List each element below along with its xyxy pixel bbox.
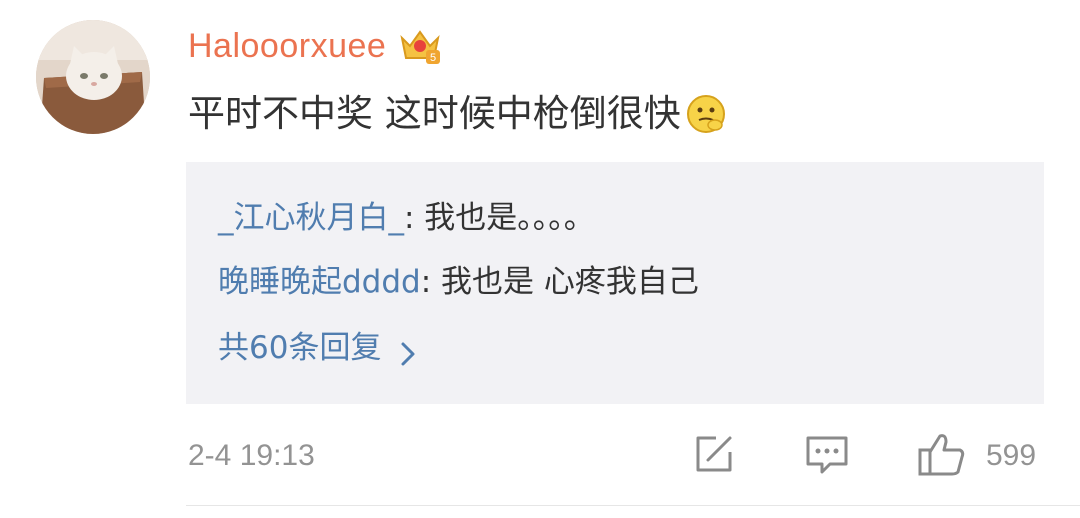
cat-avatar-image (36, 20, 150, 134)
like-button[interactable]: 599 (916, 432, 1036, 480)
reply-item[interactable]: _江心秋月白_: 我也是。。。。 (218, 196, 595, 240)
thinking-emoji-icon (685, 93, 727, 135)
reply-text: 我也是 心疼我自己 (431, 264, 699, 300)
comment-button[interactable] (804, 432, 850, 480)
vip-crown-icon: 5 (398, 24, 442, 68)
reply-colon: : (420, 264, 432, 300)
avatar[interactable] (36, 20, 150, 134)
reply-author[interactable]: _江心秋月白_ (218, 200, 404, 236)
like-count: 599 (986, 439, 1037, 472)
svg-text:5: 5 (430, 52, 436, 64)
replies-panel: _江心秋月白_: 我也是。。。。 晚睡晚起dddd: 我也是 心疼我自己 共60… (186, 162, 1044, 404)
share-button[interactable] (692, 432, 736, 480)
chevron-right-icon (399, 335, 417, 366)
comment-text-row: 平时不中奖 这时候中枪倒很快 (188, 86, 727, 142)
reply-colon: : (404, 200, 415, 236)
more-replies-label: 共60条回复 (218, 330, 382, 366)
comment-bubble-icon (804, 432, 850, 480)
reply-text: 我也是。。。。 (414, 200, 595, 236)
divider (186, 505, 1080, 506)
reply-item[interactable]: 晚睡晚起dddd: 我也是 心疼我自己 (218, 260, 699, 304)
share-icon (692, 432, 736, 480)
username[interactable]: Halooorxuee (188, 27, 386, 66)
comment-body: 平时不中奖 这时候中枪倒很快 (188, 92, 681, 135)
thumbs-up-icon (916, 430, 968, 482)
reply-author[interactable]: 晚睡晚起dddd (218, 264, 421, 300)
more-replies-link[interactable]: 共60条回复 (218, 326, 417, 370)
timestamp: 2-4 19:13 (188, 439, 315, 472)
